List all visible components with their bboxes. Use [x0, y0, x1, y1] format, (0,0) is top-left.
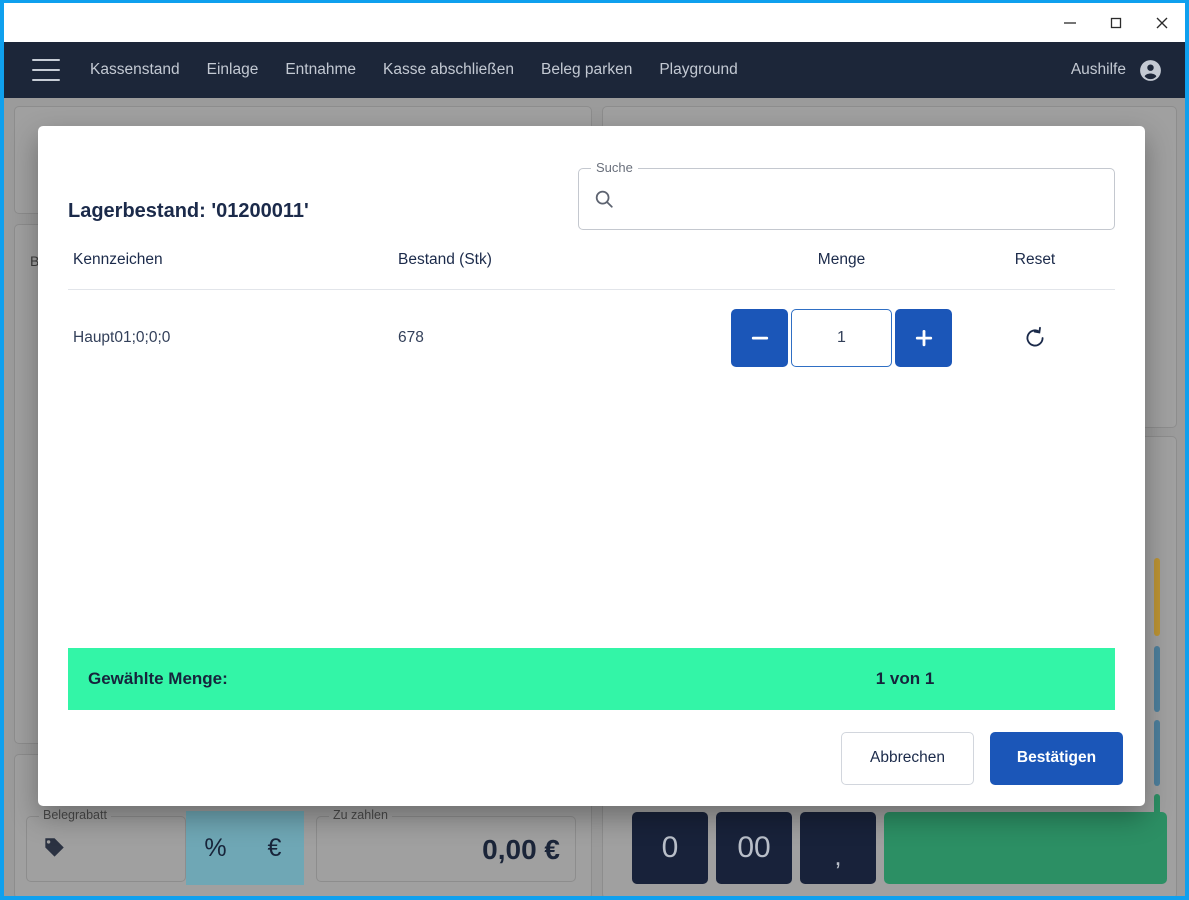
nav-link-playground[interactable]: Playground [659, 61, 737, 79]
column-header-menge: Menge [817, 250, 866, 268]
hamburger-menu-icon[interactable] [32, 59, 60, 81]
minimize-icon[interactable] [1047, 3, 1093, 42]
confirm-button[interactable]: Bestätigen [990, 731, 1123, 785]
nav-link-kasse-abschliessen[interactable]: Kasse abschließen [383, 61, 514, 79]
account-circle-icon [1138, 58, 1163, 83]
cell-bestand: 678 [398, 329, 424, 346]
quantity-stepper [731, 309, 952, 367]
column-header-reset: Reset [1014, 250, 1056, 268]
search-field[interactable]: Suche [578, 160, 1115, 230]
main-navbar: Kassenstand Einlage Entnahme Kasse absch… [4, 42, 1185, 98]
cancel-button[interactable]: Abbrechen [841, 731, 974, 785]
application-window: Kassenstand Einlage Entnahme Kasse absch… [0, 0, 1189, 900]
close-icon[interactable] [1139, 3, 1185, 42]
selected-quantity-value: 1 von 1 [875, 669, 935, 688]
restore-icon[interactable] [1017, 320, 1053, 356]
dialog-title: Lagerbestand: '01200011' [68, 199, 309, 222]
search-legend-label: Suche [591, 160, 638, 175]
pos-app-background: B Belegrabatt % € Zu zahlen 0,00 € 0 00 … [4, 98, 1185, 896]
table-body: Haupt01;0;0;0 678 [68, 290, 1115, 648]
cell-reset [955, 320, 1115, 356]
table-row: Haupt01;0;0;0 678 [68, 290, 1115, 386]
window-titlebar [4, 3, 1185, 42]
column-header-bestand: Bestand (Stk) [398, 250, 492, 268]
decrement-button[interactable] [731, 309, 788, 367]
column-header-kennzeichen: Kennzeichen [73, 250, 163, 268]
nav-link-kassenstand[interactable]: Kassenstand [90, 61, 180, 79]
maximize-icon[interactable] [1093, 3, 1139, 42]
dialog-header: Lagerbestand: '01200011' Suche [38, 126, 1145, 230]
cell-menge [728, 309, 955, 367]
nav-link-einlage[interactable]: Einlage [207, 61, 259, 79]
selected-quantity-label: Gewählte Menge: [88, 669, 228, 688]
user-name: Aushilfe [1070, 61, 1126, 78]
cell-kennzeichen: Haupt01;0;0;0 [73, 329, 171, 346]
nav-link-beleg-parken[interactable]: Beleg parken [541, 61, 632, 79]
selected-quantity-bar: Gewählte Menge: 1 von 1 [68, 648, 1115, 710]
dialog-footer: Abbrechen Bestätigen [38, 710, 1145, 806]
lagerbestand-dialog: Lagerbestand: '01200011' Suche Kennzeich… [38, 126, 1145, 806]
table-header-row: Kennzeichen Bestand (Stk) Menge Reset [68, 230, 1115, 290]
nav-link-entnahme[interactable]: Entnahme [285, 61, 356, 79]
search-input[interactable] [625, 190, 1100, 208]
user-menu[interactable]: Aushilfe [1071, 58, 1163, 83]
quantity-input[interactable] [791, 309, 892, 367]
stock-table: Kennzeichen Bestand (Stk) Menge Reset Ha… [38, 230, 1145, 648]
search-icon [593, 188, 615, 210]
increment-button[interactable] [895, 309, 952, 367]
modal-overlay: Lagerbestand: '01200011' Suche Kennzeich… [4, 98, 1185, 896]
